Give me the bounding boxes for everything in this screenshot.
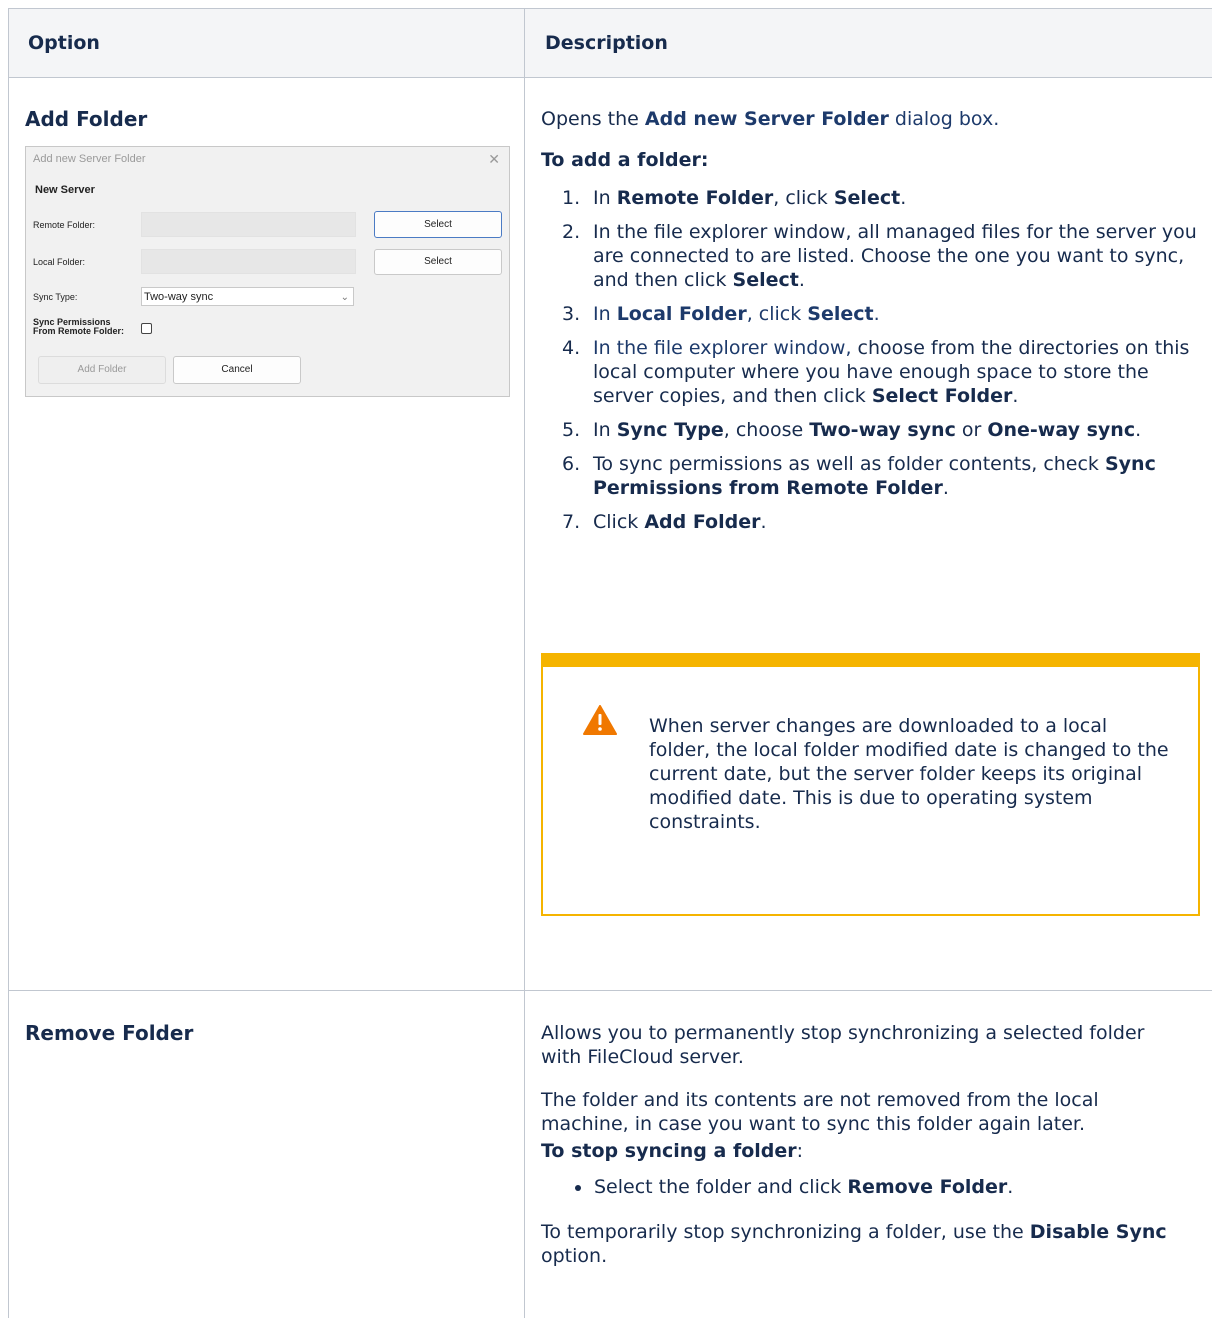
header-option: Option (28, 32, 100, 54)
close-icon: ✕ (488, 151, 500, 167)
p3-bold: Disable Sync (1029, 1221, 1167, 1243)
remove-folder-subheading: To stop syncing a folder: (541, 1139, 803, 1163)
step-text: . (798, 269, 805, 291)
step-text: Add Folder (644, 511, 761, 533)
add-folder-dialog-screenshot: Add new Server Folder ✕ New Server Remot… (25, 146, 510, 397)
step-text: In (593, 303, 617, 325)
remove-folder-p2: The folder and its contents are not remo… (541, 1089, 1099, 1135)
step-text: , click (746, 303, 808, 325)
add-folder-subheading: To add a folder: (541, 149, 709, 171)
p3-text: To temporarily stop synchronizing a fold… (541, 1221, 1030, 1243)
remove-folder-bullets: Select the folder and click Remove Folde… (545, 1175, 1013, 1199)
step-number: 6. (562, 453, 581, 475)
step-text: Select (807, 303, 874, 325)
dialog-heading: New Server (35, 184, 95, 196)
step-number: 1. (562, 187, 581, 209)
add-folder-intro: Opens the Add new Server Folder dialog b… (541, 107, 999, 131)
step-text: To sync permissions as well as folder co… (593, 453, 1105, 475)
step-text: or (955, 419, 988, 441)
sync-permissions-label: Sync Permissions From Remote Folder: (33, 318, 124, 336)
step-text: . (1135, 419, 1142, 441)
step-text: . (760, 511, 767, 533)
remove-folder-p1: Allows you to permanently stop synchroni… (541, 1022, 1145, 1068)
local-folder-field (141, 249, 356, 274)
table-top-border (8, 8, 1212, 9)
step-text: Click (593, 511, 645, 533)
remote-folder-label: Remote Folder: (33, 220, 96, 230)
step-number: 5. (562, 419, 581, 441)
step-text: Sync Type (616, 419, 724, 441)
step-text: One-way sync (987, 419, 1136, 441)
sync-permissions-label-line2: From Remote Folder: (33, 326, 125, 336)
step-text: Select (833, 187, 901, 209)
step-text: In (593, 187, 617, 209)
step-text: . (873, 303, 880, 325)
step-text: Local Folder (616, 303, 747, 325)
warning-panel: When server changes are downloaded to a … (541, 653, 1200, 916)
step-text: , choose (723, 419, 810, 441)
list-item: Select the folder and click Remove Folde… (545, 1175, 1013, 1199)
option-remove-folder: Remove Folder (25, 1021, 194, 1045)
subheading-bold: To stop syncing a folder (541, 1140, 797, 1162)
step-text: . (1012, 385, 1019, 407)
step-4: 4. In the file explorer window, choose fr… (545, 336, 1205, 408)
step-6: 6. To sync permissions as well as folder … (545, 452, 1205, 500)
step-text: , click (773, 187, 834, 209)
step-3: 3. In Local Folder, click Select. (545, 302, 1205, 326)
step-text: . (942, 477, 949, 499)
table-left-border (8, 8, 9, 1318)
sync-type-label: Sync Type: (33, 292, 78, 302)
header-description: Description (545, 32, 668, 54)
option-add-folder: Add Folder (25, 107, 148, 131)
step-1: 1. In Remote Folder, click Select. (545, 186, 1205, 210)
step-number: 3. (562, 303, 581, 325)
step-7: 7. Click Add Folder. (545, 510, 1205, 534)
step-text: In the file explorer window, (593, 337, 852, 359)
step-text: In (593, 419, 617, 441)
step-text: Select Folder (871, 385, 1013, 407)
intro-text: Opens the (541, 108, 645, 130)
local-select-button: Select (374, 249, 502, 275)
intro-dialog-name: Add new Server Folder (644, 108, 889, 130)
sync-type-select: Two-way sync ⌄ (141, 287, 354, 306)
warning-icon (583, 705, 617, 735)
step-text: Select (732, 269, 799, 291)
local-folder-label: Local Folder: (33, 257, 86, 267)
column-divider (524, 8, 525, 1318)
bullet-dot (575, 1185, 581, 1191)
dialog-cancel-button: Cancel (173, 356, 301, 384)
step-text: In the file explorer window, all managed… (593, 221, 1197, 291)
dialog-add-folder-button: Add Folder (38, 356, 166, 384)
add-folder-steps: 1. In Remote Folder, click Select. 2. In th… (545, 186, 1205, 544)
chevron-down-icon: ⌄ (340, 292, 349, 303)
step-number: 7. (562, 511, 581, 533)
bullet-bold: Remove Folder (847, 1176, 1008, 1198)
step-5: 5. In Sync Type, choose Two-way sync or O… (545, 418, 1205, 442)
header-bottom-border (8, 77, 1212, 78)
dialog-title: Add new Server Folder (33, 153, 146, 165)
remote-select-button: Select (374, 211, 502, 238)
remote-folder-field (141, 212, 356, 237)
remove-folder-p3: To temporarily stop synchronizing a fold… (541, 1220, 1181, 1268)
step-number: 2. (562, 221, 581, 243)
step-text: . (900, 187, 907, 209)
step-text: Two-way sync (809, 419, 956, 441)
step-number: 4. (562, 337, 581, 359)
p3-tail: option. (541, 1245, 608, 1267)
subheading-tail: : (796, 1140, 804, 1162)
bullet-text: Select the folder and click (594, 1176, 848, 1198)
sync-permissions-checkbox (141, 323, 152, 334)
bullet-tail: . (1007, 1176, 1014, 1198)
step-text: Remote Folder (616, 187, 774, 209)
warning-text: When server changes are downloaded to a … (649, 715, 1169, 833)
intro-text-tail: dialog box. (888, 108, 1000, 130)
step-2: 2. In the file explorer window, all manag… (545, 220, 1205, 292)
sync-type-value: Two-way sync (144, 291, 214, 303)
row-divider (8, 990, 1212, 991)
